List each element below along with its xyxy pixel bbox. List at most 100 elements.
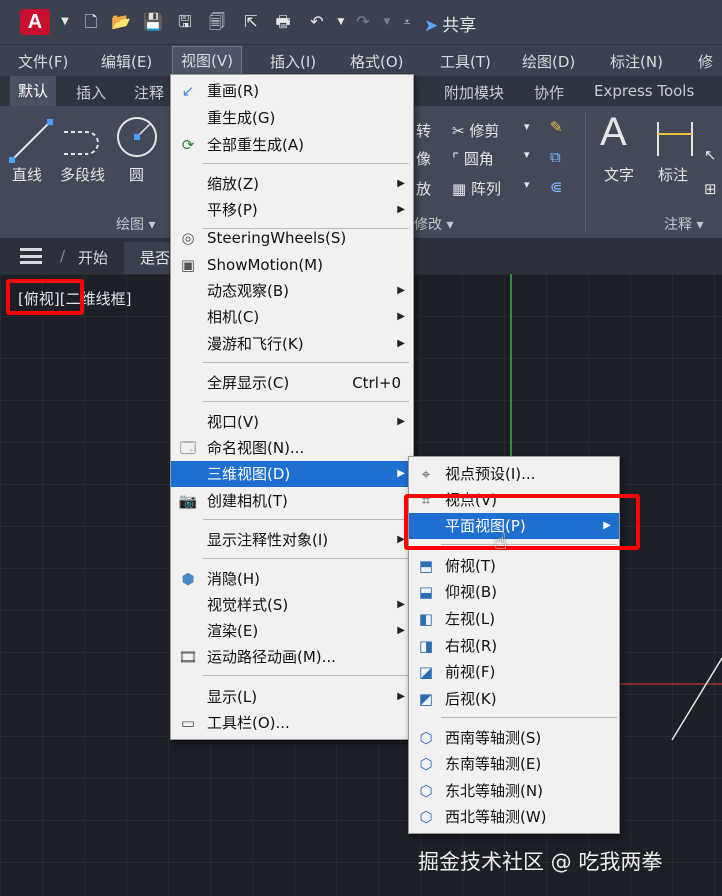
menu-item-pan[interactable]: 平移(P) ▶ [171, 197, 413, 223]
circle-icon[interactable] [114, 114, 160, 160]
menu-item-nw-isometric[interactable]: ⬡ 西北等轴测(W) [409, 804, 619, 830]
array-dropdown-icon[interactable]: ▾ [524, 178, 530, 191]
table-icon[interactable]: ⊞ [704, 180, 717, 198]
mirror-tool-label[interactable]: 像 [416, 148, 431, 169]
view-menu-dropdown: ↙ 重画(R) 重生成(G) ⟳ 全部重生成(A) 缩放(Z) ▶ 平移(P) ▶ … [170, 74, 414, 740]
menu-insert[interactable]: 插入(I) [270, 51, 316, 72]
menu-item-se-isometric[interactable]: ⬡ 东南等轴测(E) [409, 751, 619, 777]
menu-item-front-view[interactable]: ◪ 前视(F) [409, 659, 619, 685]
undo-dropdown-icon[interactable]: ▼ [330, 12, 352, 32]
menu-item-display[interactable]: 显示(L) ▶ [171, 684, 413, 710]
menu-item-visual-styles[interactable]: 视觉样式(S) ▶ [171, 592, 413, 618]
menu-item-hide[interactable]: ⬢ 消隐(H) [171, 566, 413, 592]
save-icon[interactable]: 💾 [142, 12, 164, 32]
line-icon[interactable] [8, 116, 54, 166]
submenu-arrow-icon: ▶ [397, 416, 405, 427]
menu-item-zoom[interactable]: 缩放(Z) ▶ [171, 171, 413, 197]
explode-icon[interactable]: ⧉ [550, 148, 561, 166]
line-tool-label[interactable]: 直线 [12, 164, 42, 185]
menu-item-viewpoint-presets[interactable]: ⌖ 视点预设(I)... [409, 461, 619, 487]
menu-item-toolbars[interactable]: ▭ 工具栏(O)... [171, 710, 413, 736]
polyline-tool-label[interactable]: 多段线 [60, 164, 105, 185]
menu-item-bottom-view[interactable]: ⬓ 仰视(B) [409, 579, 619, 605]
hamburger-icon[interactable] [20, 248, 42, 264]
menu-tools[interactable]: 工具(T) [440, 51, 491, 72]
menu-dimension[interactable]: 标注(N) [610, 51, 663, 72]
trim-dropdown-icon[interactable]: ▾ [524, 120, 530, 133]
menu-item-ne-isometric[interactable]: ⬡ 东北等轴测(N) [409, 778, 619, 804]
leader-icon[interactable]: ↖ [704, 146, 717, 164]
menu-item-viewports[interactable]: 视口(V) ▶ [171, 409, 413, 435]
menu-item-create-camera[interactable]: 📷 创建相机(T) [171, 488, 413, 514]
menu-item-regen[interactable]: 重生成(G) [171, 105, 413, 131]
offset-icon[interactable]: ⋐ [550, 178, 563, 196]
front-view-icon: ◪ [418, 663, 434, 681]
rotate-tool-label[interactable]: 转 [416, 120, 431, 141]
tab-collaborate[interactable]: 协作 [534, 82, 564, 103]
menu-item-steeringwheels[interactable]: ◎ SteeringWheels(S) [171, 225, 413, 251]
open-web-icon[interactable]: 🗐 [206, 12, 228, 32]
tab-annotate[interactable]: 注释 [134, 82, 164, 103]
menu-modify[interactable]: 修 [698, 51, 713, 72]
menu-item-regen-all[interactable]: ⟳ 全部重生成(A) [171, 132, 413, 158]
circle-tool-label[interactable]: 圆 [129, 164, 144, 185]
menu-item-showmotion[interactable]: ▣ ShowMotion(M) [171, 252, 413, 278]
fillet-dropdown-icon[interactable]: ▾ [524, 148, 530, 161]
menu-item-named-views[interactable]: 🗔 命名视图(N)... [171, 435, 413, 461]
new-file-icon[interactable]: 🗋 [80, 12, 102, 32]
fillet-icon: ⌜ [452, 150, 464, 168]
text-icon[interactable]: A [600, 110, 627, 155]
menu-item-sw-isometric[interactable]: ⬡ 西南等轴测(S) [409, 725, 619, 751]
menu-item-right-view[interactable]: ◨ 右视(R) [409, 633, 619, 659]
menu-edit[interactable]: 编辑(E) [101, 51, 152, 72]
start-tab[interactable]: 开始 [78, 247, 108, 268]
menu-view[interactable]: 视图(V) [172, 46, 242, 76]
app-logo[interactable]: A [20, 9, 50, 35]
modify-panel-title[interactable]: 修改 ▾ [414, 214, 453, 234]
annotate-panel-title[interactable]: 注释 ▾ [664, 214, 703, 234]
tab-insert[interactable]: 插入 [76, 82, 106, 103]
sw-iso-icon: ⬡ [419, 729, 433, 747]
fillet-tool[interactable]: ⌜ 圆角 [452, 148, 494, 169]
menu-item-annotative-objects[interactable]: 显示注释性对象(I) ▶ [171, 527, 413, 553]
undo-icon[interactable]: ↶ [306, 12, 328, 32]
redo-dropdown-icon[interactable]: ▼ [376, 12, 398, 32]
menu-item-camera[interactable]: 相机(C) ▶ [171, 304, 413, 330]
menu-item-fullscreen[interactable]: 全屏显示(C) Ctrl+0 [171, 370, 413, 396]
customize-qat-icon[interactable]: ⩡ [396, 12, 418, 32]
menu-draw[interactable]: 绘图(D) [522, 51, 575, 72]
dimension-tool-label[interactable]: 标注 [658, 164, 688, 185]
text-tool-label[interactable]: 文字 [604, 164, 634, 185]
open-folder-icon[interactable]: 📂 [110, 12, 132, 32]
menu-item-walk-fly[interactable]: 漫游和飞行(K) ▶ [171, 331, 413, 357]
tab-express-tools[interactable]: Express Tools [594, 82, 694, 100]
share-drawing-icon[interactable]: ⇱ [240, 12, 262, 32]
menu-format[interactable]: 格式(O) [350, 51, 404, 72]
app-menu-dropdown-icon[interactable]: ▼ [54, 12, 76, 32]
menu-item-motion-path[interactable]: 🎞 运动路径动画(M)... [171, 644, 413, 670]
redo-icon[interactable]: ↷ [352, 12, 374, 32]
menu-item-render[interactable]: 渲染(E) ▶ [171, 618, 413, 644]
trim-tool[interactable]: ✂ 修剪 [452, 120, 499, 141]
scale-tool-label[interactable]: 放 [416, 178, 431, 199]
submenu-arrow-icon: ▶ [397, 599, 405, 610]
menu-item-back-view[interactable]: ◩ 后视(K) [409, 686, 619, 712]
array-icon: ▦ [452, 180, 471, 198]
menu-item-top-view[interactable]: ⬒ 俯视(T) [409, 553, 619, 579]
array-tool[interactable]: ▦ 阵列 [452, 178, 501, 199]
save-as-icon[interactable]: 🖫 [174, 12, 196, 32]
tab-default[interactable]: 默认 [10, 76, 57, 106]
erase-icon[interactable]: ✎ [550, 118, 563, 136]
menu-bar: 文件(F) 编辑(E) 视图(V) 插入(I) 格式(O) 工具(T) 绘图(D… [0, 44, 722, 76]
draw-panel-title[interactable]: 绘图 ▾ [116, 214, 155, 234]
menu-item-redraw[interactable]: ↙ 重画(R) [171, 78, 413, 104]
menu-item-orbit[interactable]: 动态观察(B) ▶ [171, 278, 413, 304]
polyline-icon[interactable] [60, 120, 110, 160]
menu-item-left-view[interactable]: ◧ 左视(L) [409, 606, 619, 632]
tab-addins[interactable]: 附加模块 [444, 82, 504, 103]
print-icon[interactable]: 🖶 [272, 12, 294, 32]
menu-item-3d-views[interactable]: 三维视图(D) ▶ [171, 461, 413, 487]
dimension-icon[interactable] [652, 116, 698, 162]
menu-file[interactable]: 文件(F) [18, 51, 68, 72]
share-button[interactable]: ➤ 共享 [424, 11, 476, 36]
